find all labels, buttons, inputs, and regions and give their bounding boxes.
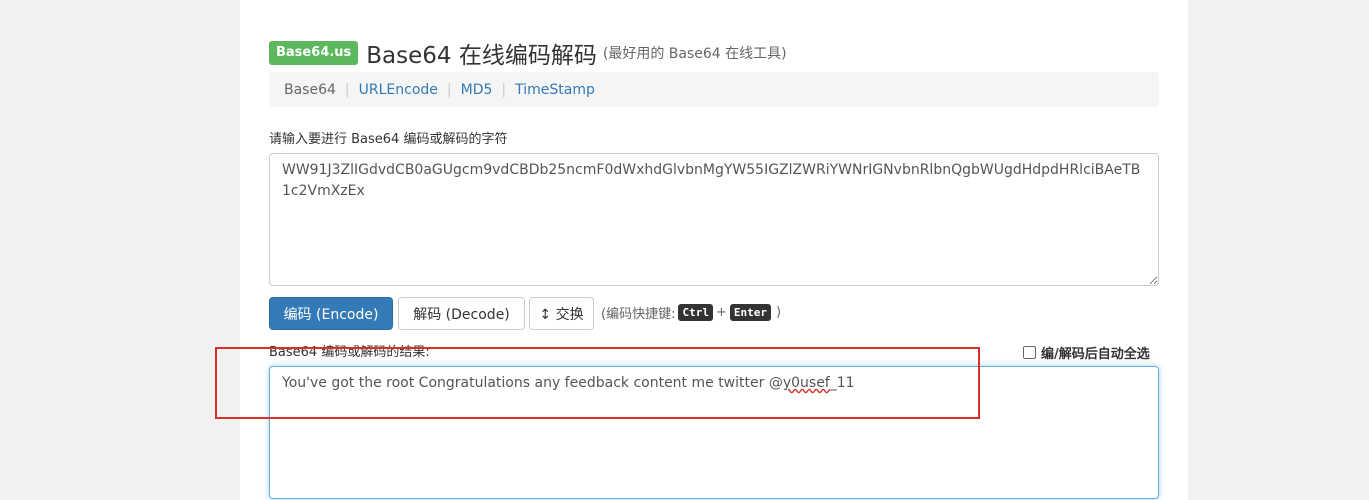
auto-select-label: 编/解码后自动全选 <box>1041 347 1150 362</box>
nav-bar: Base64 | URLEncode | MD5 | TimeStamp <box>269 72 1159 107</box>
highlight-box <box>215 347 980 419</box>
page-container: Base64.us Base64 在线编码解码 (最好用的 Base64 在线工… <box>240 0 1188 500</box>
auto-select-option[interactable]: 编/解码后自动全选 <box>1023 343 1150 362</box>
shortcut-hint: (编码快捷键: Ctrl + Enter ) <box>601 303 781 322</box>
page-title: Base64 在线编码解码 <box>366 43 597 69</box>
site-badge[interactable]: Base64.us <box>269 41 359 65</box>
auto-select-checkbox[interactable] <box>1023 346 1036 359</box>
ctrl-key: Ctrl <box>678 304 713 321</box>
nav-separator: | <box>501 81 507 98</box>
shortcut-prefix: (编码快捷键: <box>601 307 676 322</box>
encode-button[interactable]: 编码 (Encode) <box>269 297 393 330</box>
nav-separator: | <box>344 81 350 98</box>
nav-separator: | <box>446 81 452 98</box>
swap-button[interactable]: ↕ 交换 <box>529 297 594 330</box>
input-textarea[interactable]: WW91J3ZlIGdvdCB0aGUgcm9vdCBDb25ncmF0dWxh… <box>269 153 1159 286</box>
nav-item-md5[interactable]: MD5 <box>461 82 493 98</box>
nav-item-timestamp[interactable]: TimeStamp <box>515 82 595 98</box>
nav-item-urlencode[interactable]: URLEncode <box>359 82 438 98</box>
page-subtitle: (最好用的 Base64 在线工具) <box>602 46 787 62</box>
enter-key: Enter <box>729 304 771 321</box>
nav-item-base64[interactable]: Base64 <box>284 82 336 98</box>
shortcut-suffix: ) <box>775 305 782 320</box>
header: Base64.us Base64 在线编码解码 (最好用的 Base64 在线工… <box>269 36 787 70</box>
input-label: 请输入要进行 Base64 编码或解码的字符 <box>269 132 508 147</box>
decode-button[interactable]: 解码 (Decode) <box>398 297 525 330</box>
shortcut-plus: + <box>715 305 727 320</box>
